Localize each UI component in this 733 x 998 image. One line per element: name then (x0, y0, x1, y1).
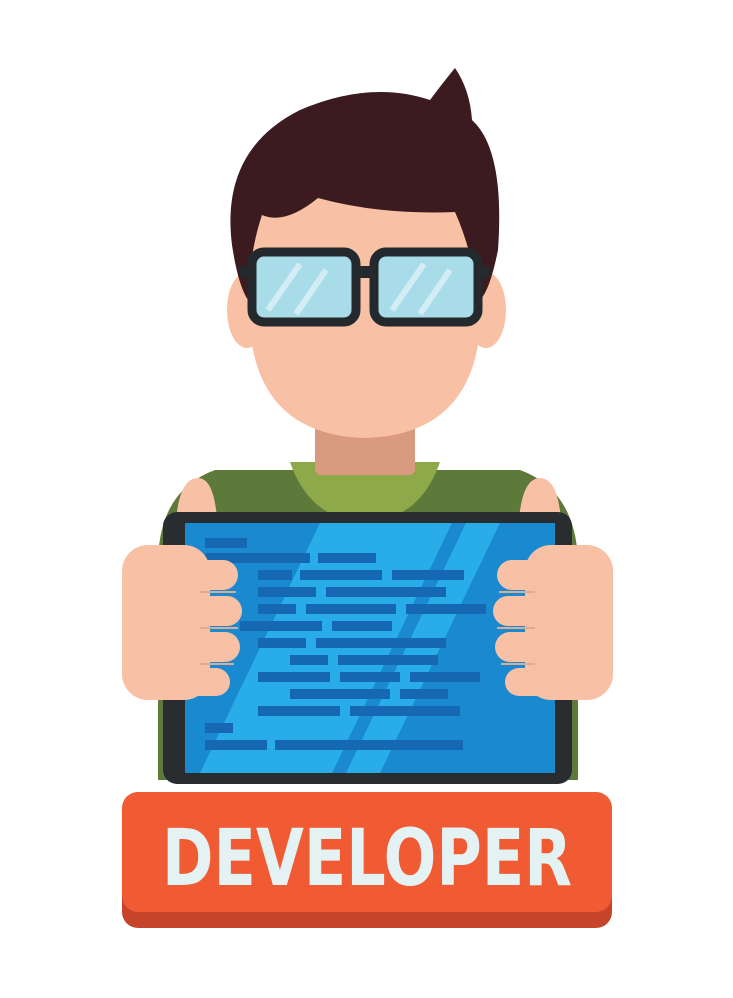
developer-badge: DEVELOPER (122, 792, 612, 928)
right-hand (493, 545, 613, 700)
right-lens (369, 247, 483, 327)
developer-illustration: DEVELOPER (122, 68, 613, 928)
left-lens (247, 247, 361, 327)
left-hand (122, 545, 242, 700)
badge-label: DEVELOPER (162, 814, 572, 904)
